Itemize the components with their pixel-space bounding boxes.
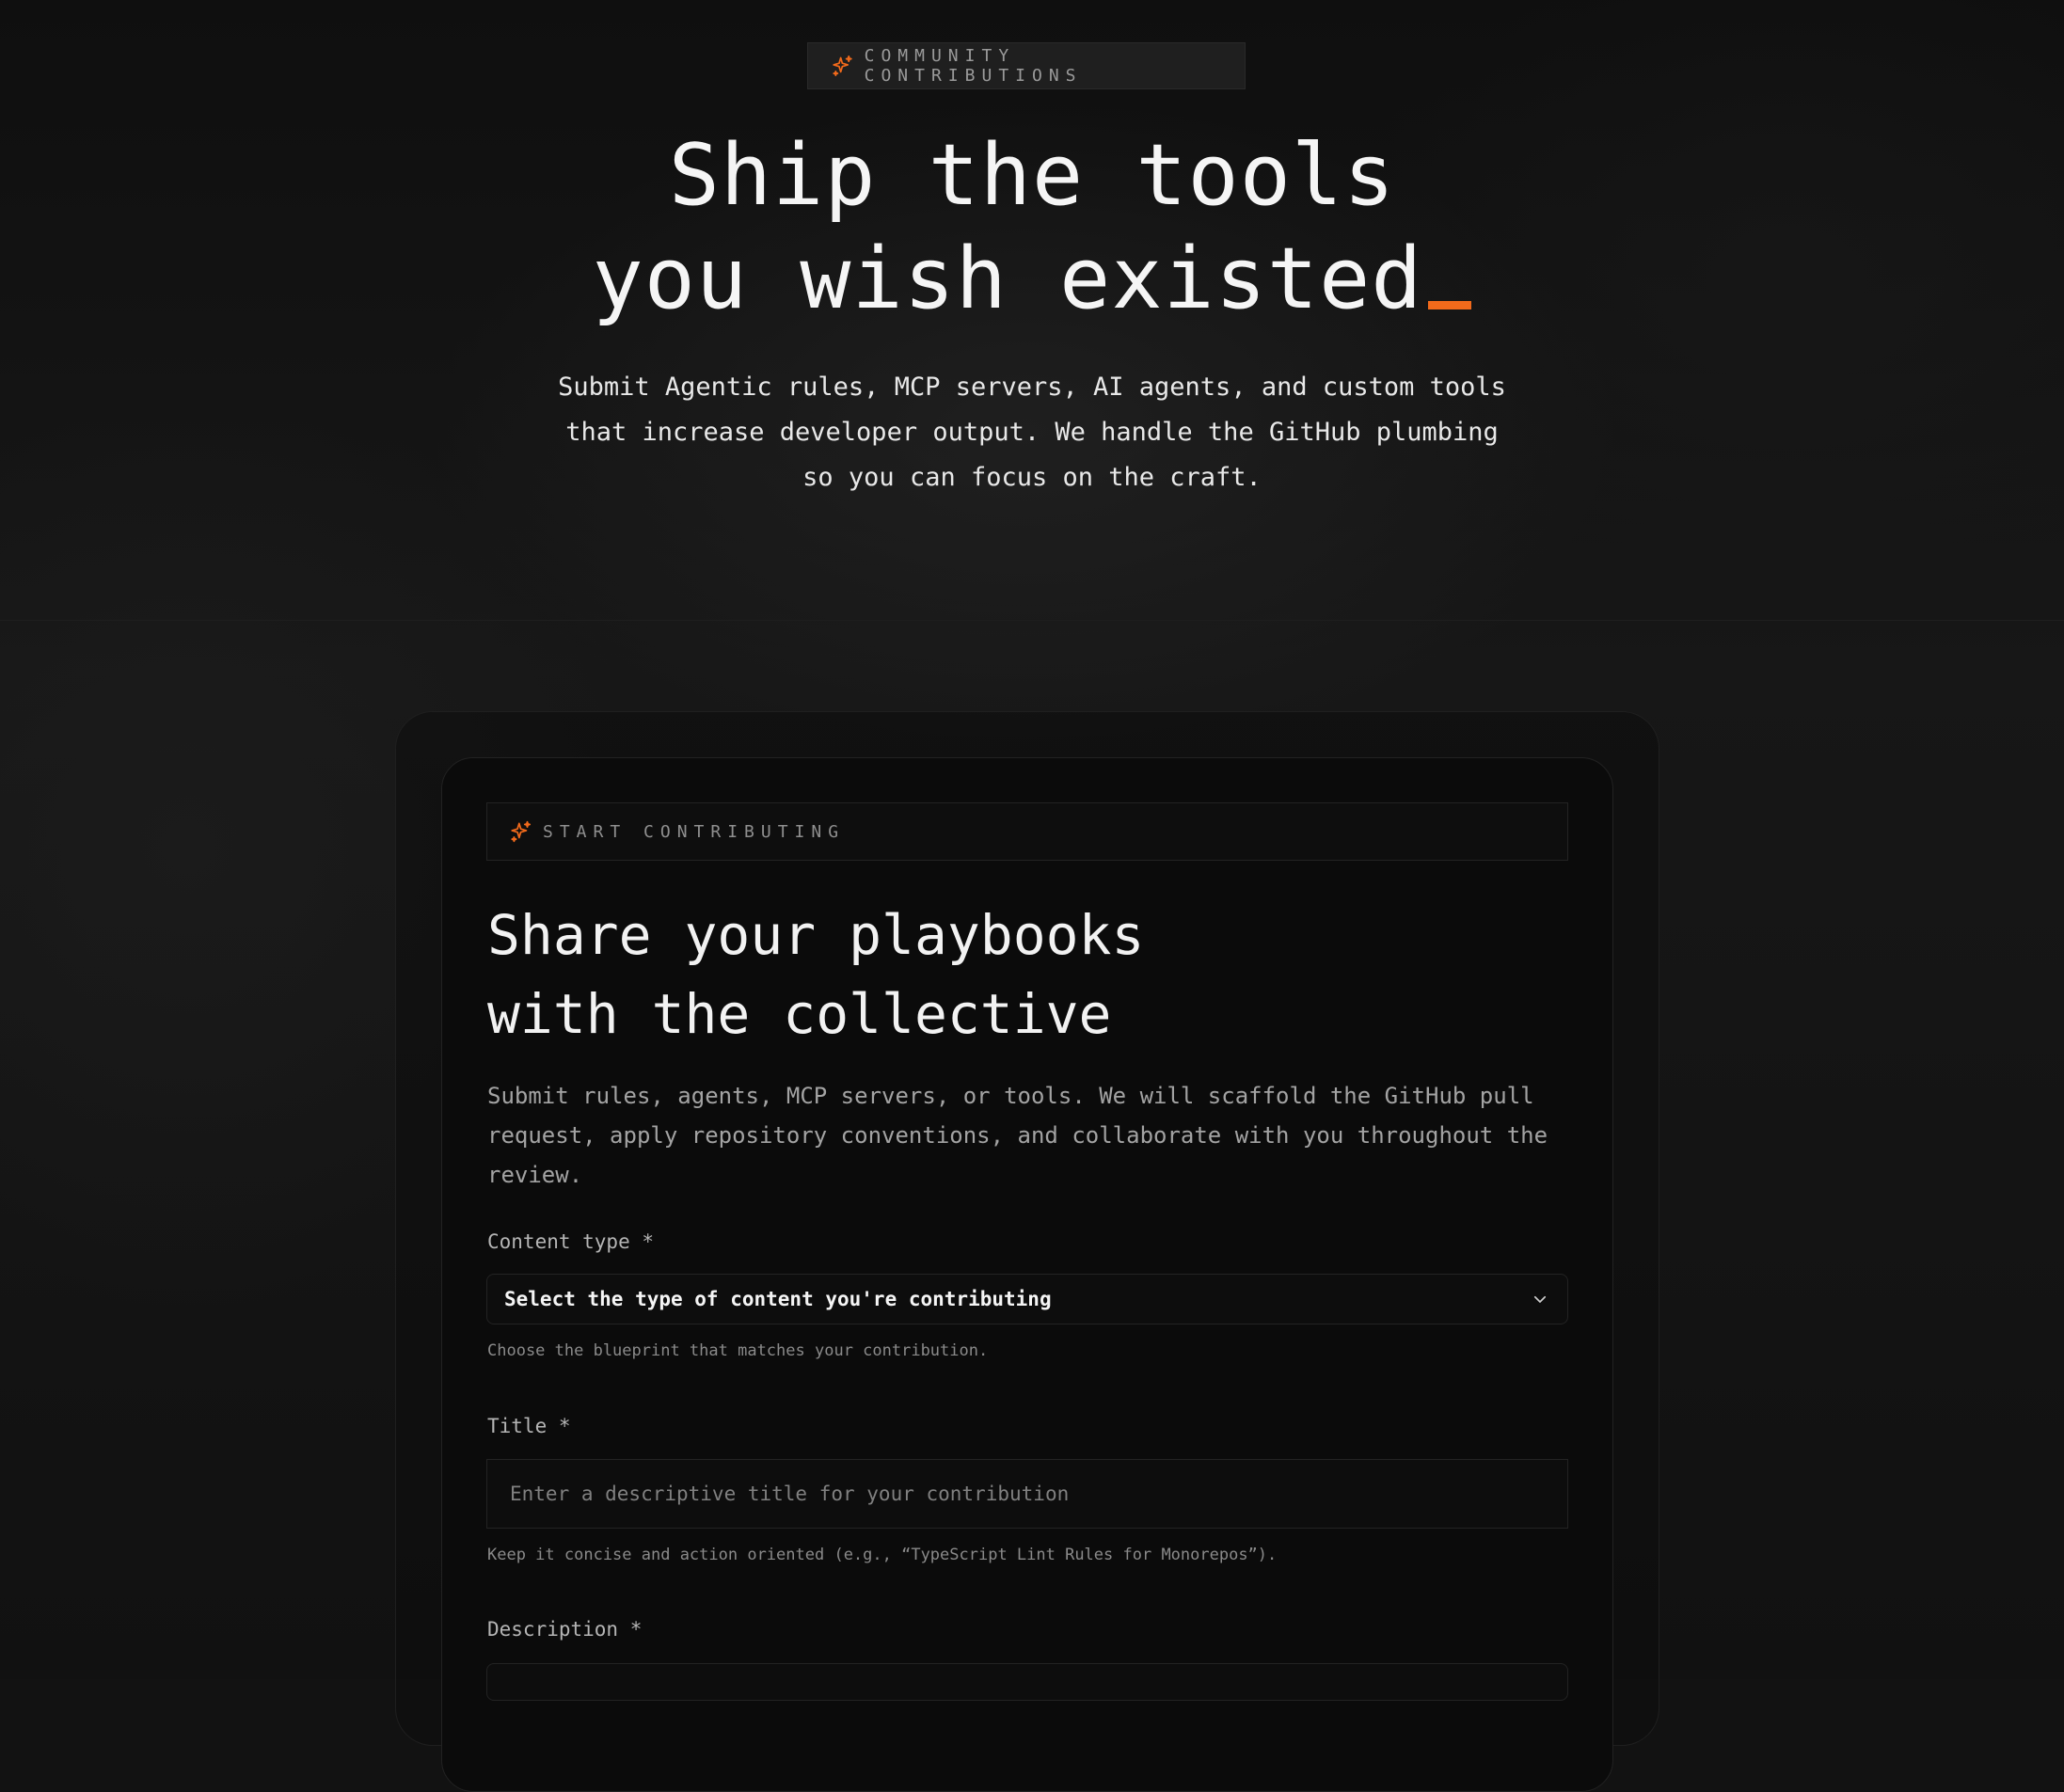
- section-divider: [0, 620, 2064, 621]
- form-title: Share your playbooks with the collective: [487, 896, 1522, 1054]
- hero-subtitle-line-1: Submit Agentic rules, MCP servers, AI ag…: [558, 373, 1506, 402]
- start-contributing-label: START CONTRIBUTING: [486, 802, 1568, 861]
- form-title-line-1: Share your playbooks: [487, 903, 1145, 967]
- hero-subtitle-line-3: so you can focus on the craft.: [802, 463, 1262, 492]
- form-title-line-2: with the collective: [487, 982, 1112, 1046]
- content-type-label: Content type *: [487, 1230, 655, 1253]
- description-label: Description *: [487, 1618, 643, 1641]
- title-input[interactable]: [486, 1459, 1568, 1529]
- hero-subtitle-line-2: that increase developer output. We handl…: [565, 418, 1499, 447]
- content-type-selected-value: Select the type of content you're contri…: [504, 1288, 1052, 1310]
- content-type-help: Choose the blueprint that matches your c…: [487, 1341, 989, 1360]
- sparkles-icon: [511, 820, 532, 843]
- hero-title: Ship the tools you wish existed: [0, 124, 2064, 331]
- badge-text: COMMUNITY CONTRIBUTIONS: [864, 46, 1083, 86]
- hero-title-line-1: Ship the tools: [668, 126, 1396, 225]
- title-help: Keep it concise and action oriented (e.g…: [487, 1546, 1278, 1564]
- hero-section: COMMUNITY CONTRIBUTIONS Ship the tools y…: [0, 0, 2064, 621]
- content-type-select[interactable]: Select the type of content you're contri…: [486, 1274, 1568, 1324]
- form-description: Submit rules, agents, MCP servers, or to…: [487, 1083, 1548, 1188]
- hero-title-line-2: you wish existed: [592, 230, 1423, 328]
- community-badge: COMMUNITY CONTRIBUTIONS: [807, 42, 1246, 89]
- description-textarea[interactable]: [486, 1663, 1568, 1701]
- hero-subtitle: Submit Agentic rules, MCP servers, AI ag…: [515, 365, 1549, 500]
- title-label: Title *: [487, 1415, 571, 1437]
- section-label-text: START CONTRIBUTING: [543, 821, 846, 842]
- sparkles-icon: [833, 56, 852, 76]
- cursor-underscore: [1428, 301, 1472, 309]
- chevron-down-icon: [1533, 1295, 1547, 1303]
